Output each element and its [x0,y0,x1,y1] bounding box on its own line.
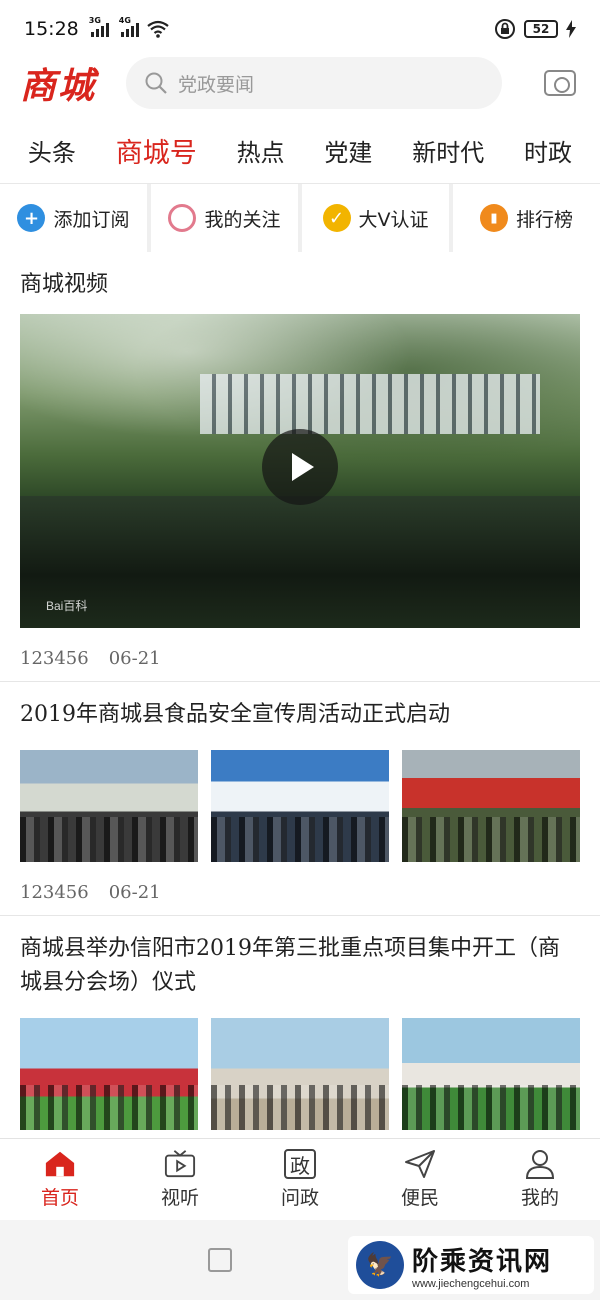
camera-icon[interactable] [544,70,576,96]
nav-audio-video-label: 视听 [160,1187,199,1209]
zheng-icon: 政 [284,1149,316,1179]
thumbnail-image[interactable] [20,750,198,862]
big-v-certify-button[interactable]: ✓ 大V认证 [302,184,449,252]
nav-mine-label: 我的 [520,1187,559,1209]
search-input[interactable]: 党政要闻 [178,70,254,97]
ranking-button[interactable]: ▮ 排行榜 [453,184,600,252]
my-follows-label: 我的关注 [204,208,281,231]
status-time: 15:28 [24,18,79,40]
add-subscription-label: 添加订阅 [53,208,130,231]
bottom-nav: 首页 视听 政 问政 便民 我的 [0,1138,600,1220]
recent-apps-button[interactable] [208,1248,232,1272]
feed-item-video[interactable]: 商城视频 Bai百科 123456 06-21 [0,252,600,682]
thumbnail-image[interactable] [402,1018,580,1130]
add-subscription-button[interactable]: + 添加订阅 [0,184,147,252]
tab-hot[interactable]: 热点 [237,133,285,168]
thumbnail-image[interactable] [211,1018,389,1130]
image-thumbnails [20,1018,580,1130]
thumbnail-image[interactable] [20,1018,198,1130]
nav-ask-government-label: 问政 [280,1187,319,1209]
feed-item-project-start[interactable]: 商城县举办信阳市2019年第三批重点项目集中开工（商城县分会场）仪式 [0,916,600,1130]
wifi-icon [147,20,169,38]
thumbnail-image[interactable] [211,750,389,862]
watermark-title: 阶乘资讯网 [412,1246,553,1277]
tab-headlines[interactable]: 头条 [28,133,76,168]
site-watermark: 🦅 阶乘资讯网 www.jiechengcehui.com [348,1236,594,1294]
view-count: 123456 [20,882,89,903]
view-count: 123456 [20,648,89,669]
quick-actions: + 添加订阅 我的关注 ✓ 大V认证 ▮ 排行榜 [0,184,600,252]
v-badge-icon: ✓ [322,204,351,232]
tab-shangcheng-hao[interactable]: 商城号 [116,131,197,170]
watermark-url: www.jiechengcehui.com [412,1277,530,1290]
nav-home[interactable]: 首页 [0,1139,120,1220]
nav-mine[interactable]: 我的 [480,1139,600,1220]
app-logo[interactable]: 商城 [20,57,100,109]
user-icon [524,1149,556,1179]
nav-audio-video[interactable]: 视听 [120,1139,240,1220]
nav-convenience[interactable]: 便民 [360,1139,480,1220]
status-left: 15:28 3G 4G [24,16,169,40]
image-thumbnails [20,750,580,862]
feed-item-title: 2019年商城县食品安全宣传周活动正式启动 [20,702,450,727]
eagle-logo-icon: 🦅 [356,1241,404,1289]
feed-item-title: 商城视频 [20,272,109,297]
home-icon [44,1149,76,1179]
tv-icon [164,1149,196,1179]
tab-party-building[interactable]: 党建 [324,133,372,168]
signal-3g-icon: 3G [89,16,109,37]
status-right: 52 [494,18,576,40]
battery-icon: 52 [524,20,558,38]
my-follows-button[interactable]: 我的关注 [151,184,298,252]
news-feed: 商城视频 Bai百科 123456 06-21 2019年商城县食品安全宣传周活… [0,252,600,1138]
feed-item-meta: 123456 06-21 [20,862,580,915]
nav-home-label: 首页 [40,1187,79,1209]
search-bar[interactable]: 党政要闻 [126,57,502,109]
send-icon [404,1149,436,1179]
ring-circle-icon [168,204,197,232]
thumbnail-image[interactable] [402,750,580,862]
publish-date: 06-21 [108,648,161,669]
ranking-label: 排行榜 [515,208,573,231]
feed-item-food-safety[interactable]: 2019年商城县食品安全宣传周活动正式启动 123456 06-21 [0,682,600,916]
tab-politics[interactable]: 时政 [524,133,572,168]
nav-ask-government[interactable]: 政 问政 [240,1139,360,1220]
publish-date: 06-21 [108,882,161,903]
video-player[interactable]: Bai百科 [20,314,580,628]
feed-item-title: 商城县举办信阳市2019年第三批重点项目集中开工（商城县分会场）仪式 [20,936,560,995]
feed-item-meta: 123456 06-21 [20,628,580,681]
lock-rotation-icon [495,19,515,39]
tab-new-era[interactable]: 新时代 [412,133,484,168]
video-watermark: Bai百科 [46,599,88,613]
charging-icon [566,20,576,38]
play-icon[interactable] [262,429,338,505]
ranking-icon: ▮ [479,204,508,232]
channel-tabs: 头条 商城号 热点 党建 新时代 时政 [0,118,600,184]
big-v-certify-label: 大V认证 [358,208,429,231]
app-header: 商城 党政要闻 [0,50,600,116]
plus-circle-icon: + [17,204,46,232]
nav-convenience-label: 便民 [400,1187,439,1209]
signal-4g-icon: 4G [119,16,139,37]
search-icon [145,72,167,94]
